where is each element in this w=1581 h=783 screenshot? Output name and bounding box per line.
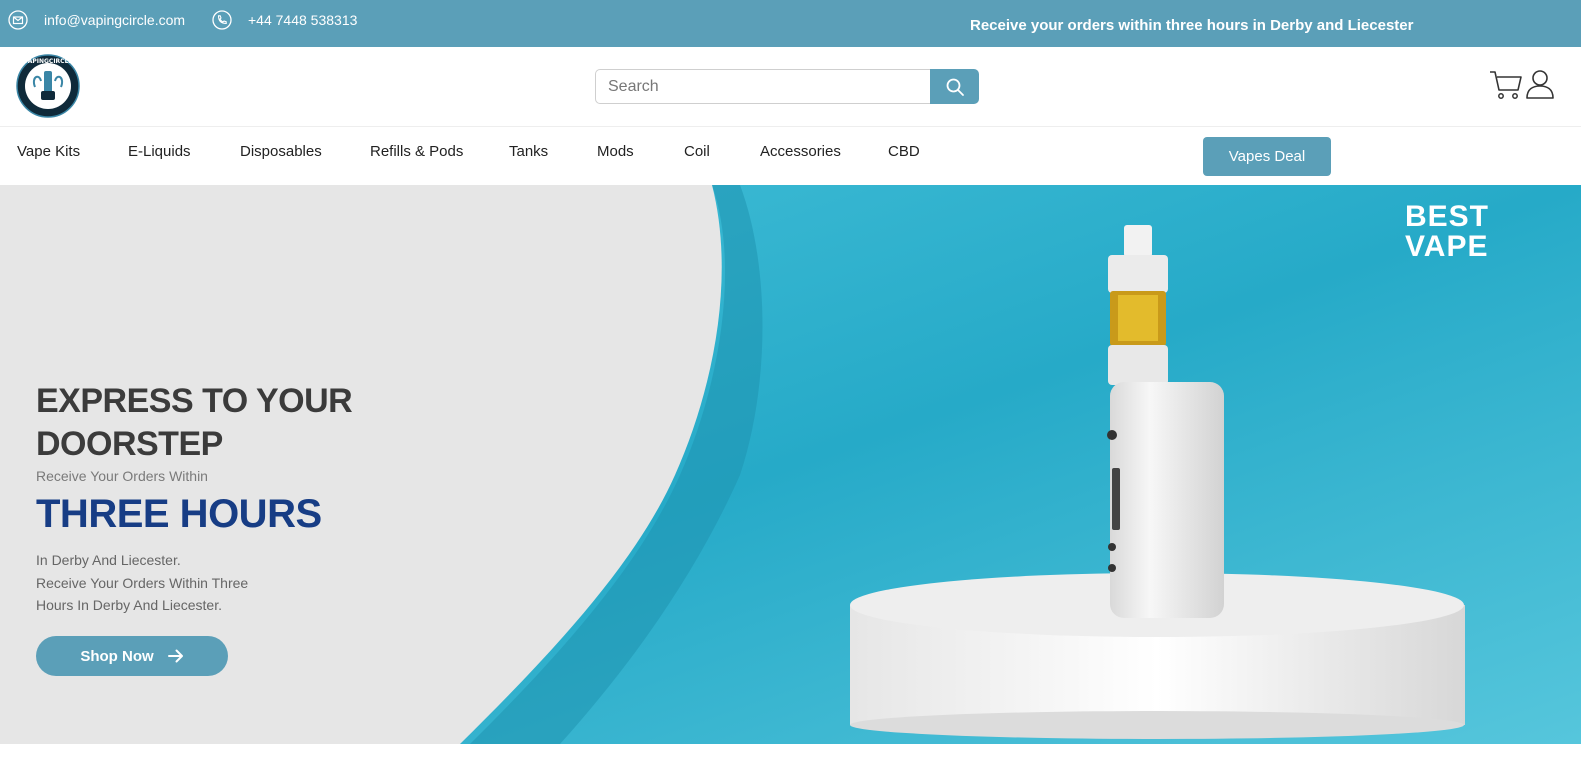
hero-title: EXPRESS TO YOUR DOORSTEP xyxy=(36,380,396,466)
phone-icon xyxy=(212,10,232,30)
nav-item-e-liquids[interactable]: E-Liquids xyxy=(128,143,191,160)
hero-subtitle: Receive Your Orders Within xyxy=(36,468,208,484)
top-bar: info@vapingcircle.com +44 7448 538313 Re… xyxy=(0,0,1581,47)
hero-highlight: THREE HOURS xyxy=(36,492,322,536)
nav-item-accessories[interactable]: Accessories xyxy=(760,143,841,160)
phone-text[interactable]: +44 7448 538313 xyxy=(248,12,357,28)
nav-item-mods[interactable]: Mods xyxy=(597,143,634,160)
vapes-deal-button[interactable]: Vapes Deal xyxy=(1203,137,1331,176)
email-text[interactable]: info@vapingcircle.com xyxy=(44,12,185,28)
nav-item-disposables[interactable]: Disposables xyxy=(240,143,322,160)
nav-item-cbd[interactable]: CBD xyxy=(888,143,920,160)
hero-description: In Derby And Liecester. Receive Your Ord… xyxy=(36,549,276,617)
shop-now-label: Shop Now xyxy=(80,647,154,665)
search-button[interactable] xyxy=(930,69,979,104)
hero-desc-line-3: Hours In Derby And Liecester. xyxy=(36,597,222,613)
mail-icon xyxy=(8,10,28,30)
nav-item-vape-kits[interactable]: Vape Kits xyxy=(17,143,80,160)
hero-desc-line-1: In Derby And Liecester. xyxy=(36,552,181,568)
search-icon xyxy=(946,78,964,96)
arrow-right-icon xyxy=(167,649,183,663)
promo-text: Receive your orders within three hours i… xyxy=(970,17,1414,34)
hero-title-line-1: EXPRESS TO YOUR xyxy=(36,382,353,420)
user-icon[interactable] xyxy=(1525,68,1555,100)
phone-contact[interactable]: +44 7448 538313 xyxy=(212,10,357,30)
search-input[interactable] xyxy=(595,69,930,104)
email-contact[interactable]: info@vapingcircle.com xyxy=(8,10,185,30)
nav-item-refills-pods[interactable]: Refills & Pods xyxy=(370,143,463,160)
cart-icon[interactable] xyxy=(1489,69,1523,101)
hero-banner: BEST VAPE EXPRESS TO YOUR DOORSTEP Recei… xyxy=(0,185,1581,744)
main-nav: Vape Kits E-Liquids Disposables Refills … xyxy=(0,127,1581,185)
nav-item-coil[interactable]: Coil xyxy=(684,143,710,160)
best-vape-badge: BEST VAPE xyxy=(1405,202,1489,262)
shop-now-button[interactable]: Shop Now xyxy=(36,636,228,676)
header: VAPINGCIRCLE xyxy=(0,47,1581,127)
badge-line-1: BEST xyxy=(1405,200,1490,233)
search-bar xyxy=(595,69,979,104)
hero-desc-line-2: Receive Your Orders Within Three xyxy=(36,574,249,591)
vapingcircle-logo[interactable]: VAPINGCIRCLE xyxy=(15,53,81,119)
badge-line-2: VAPE xyxy=(1405,230,1489,263)
svg-text:VAPINGCIRCLE: VAPINGCIRCLE xyxy=(23,58,72,65)
nav-item-tanks[interactable]: Tanks xyxy=(509,143,548,160)
hero-title-line-2: DOORSTEP xyxy=(36,425,223,463)
